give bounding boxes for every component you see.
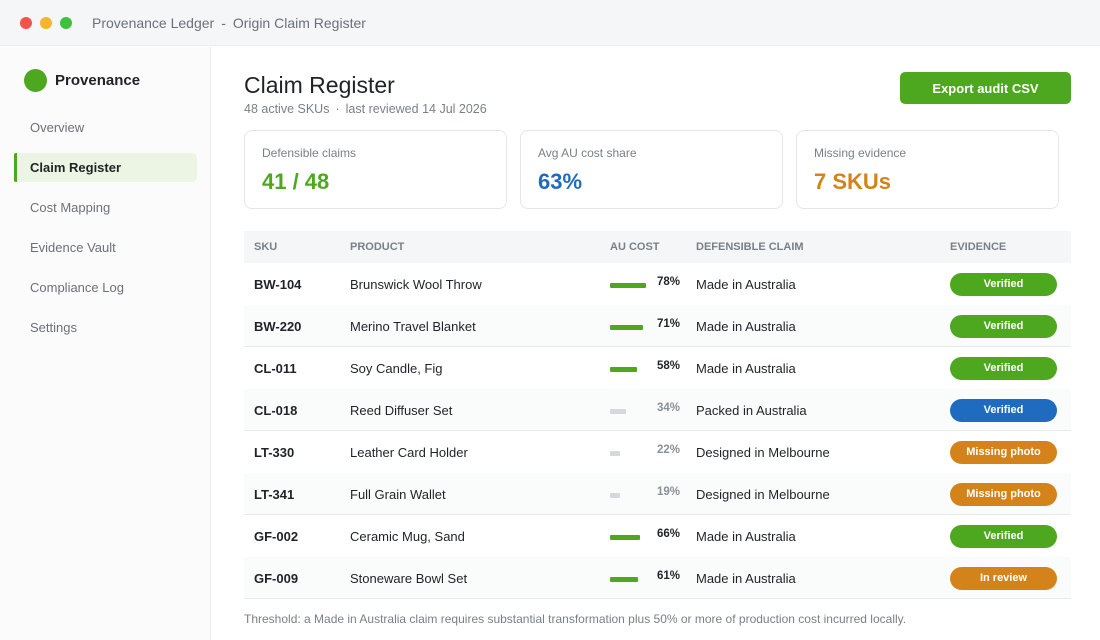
- stat-label: Missing evidence: [814, 146, 907, 160]
- table-row[interactable]: CL-011 Soy Candle, Fig 58% Made in Australi…: [244, 347, 1071, 389]
- sku-cell: BW-104: [254, 277, 302, 292]
- product-cell: Leather Card Holder: [350, 445, 468, 460]
- column-header-defensible-claim[interactable]: DEFENSIBLE CLAIM: [696, 241, 804, 253]
- au-cost-bar: [610, 535, 640, 540]
- product-cell: Ceramic Mug, Sand: [350, 529, 465, 544]
- au-cost-bar: [610, 451, 620, 456]
- au-cost-bar: [610, 325, 643, 330]
- brand-logo-icon: [24, 68, 47, 92]
- product-cell: Soy Candle, Fig: [350, 361, 443, 376]
- threshold-footnote: Threshold: a Made in Australia claim req…: [244, 612, 907, 626]
- au-cost-bar: [610, 577, 638, 582]
- au-cost-percent: 61%: [656, 570, 680, 582]
- evidence-badge[interactable]: Missing photo: [950, 441, 1057, 464]
- table-row[interactable]: BW-220 Merino Travel Blanket 71% Made in Au…: [244, 305, 1071, 347]
- au-cost-percent: 66%: [656, 528, 680, 540]
- au-cost-bar: [610, 493, 620, 498]
- stat-card-missing-evidence: Missing evidence 7 SKUs: [796, 130, 1059, 209]
- sidebar-item-settings[interactable]: Settings: [14, 313, 197, 342]
- product-cell: Brunswick Wool Throw: [350, 277, 482, 292]
- claim-cell: Made in Australia: [696, 571, 796, 586]
- close-window-button[interactable]: [20, 17, 32, 29]
- au-cost-percent: 34%: [656, 402, 680, 414]
- stat-card-avg-au-cost-share: Avg AU cost share 63%: [520, 130, 783, 209]
- evidence-badge[interactable]: Missing photo: [950, 483, 1057, 506]
- au-cost-bar: [610, 283, 646, 288]
- claim-cell: Made in Australia: [696, 361, 796, 376]
- table-row[interactable]: GF-009 Stoneware Bowl Set 61% Made in Austr…: [244, 557, 1071, 599]
- stat-value: 7 SKUs: [814, 169, 892, 194]
- stat-label: Avg AU cost share: [538, 146, 637, 160]
- claim-register-table: SKU PRODUCT AU COST DEFENSIBLE CLAIM EVI…: [244, 231, 1071, 599]
- minimize-window-button[interactable]: [40, 17, 52, 29]
- claim-cell: Designed in Melbourne: [696, 487, 830, 502]
- sku-cell: CL-011: [254, 361, 297, 376]
- au-cost-bar: [610, 409, 626, 414]
- evidence-badge[interactable]: Verified: [950, 399, 1057, 422]
- product-cell: Reed Diffuser Set: [350, 403, 453, 418]
- table-row[interactable]: CL-018 Reed Diffuser Set 34% Packed in Aust…: [244, 389, 1071, 431]
- table-row[interactable]: LT-330 Leather Card Holder 22% Designed in …: [244, 431, 1071, 473]
- subtitle-bullet: ·: [335, 102, 340, 116]
- stat-value: 63%: [538, 169, 583, 194]
- stat-card-defensible-claims: Defensible claims 41 / 48: [244, 130, 507, 209]
- au-cost-percent: 22%: [656, 444, 680, 456]
- claim-cell: Made in Australia: [696, 319, 796, 334]
- app-name: Provenance Ledger: [92, 15, 215, 31]
- sku-cell: GF-009: [254, 571, 299, 586]
- claim-cell: Made in Australia: [696, 277, 796, 292]
- au-cost-percent: 19%: [656, 486, 680, 498]
- au-cost-bar: [610, 367, 637, 372]
- maximize-window-button[interactable]: [60, 17, 72, 29]
- title-separator: -: [221, 15, 226, 31]
- evidence-badge[interactable]: Verified: [950, 315, 1057, 338]
- product-cell: Stoneware Bowl Set: [350, 571, 468, 586]
- au-cost-percent: 71%: [656, 318, 680, 330]
- sku-cell: CL-018: [254, 403, 298, 418]
- stat-label: Defensible claims: [262, 146, 357, 160]
- sidebar-item-evidence-vault[interactable]: Evidence Vault: [14, 233, 197, 262]
- stat-value: 41 / 48: [262, 169, 330, 194]
- sidebar-nav: Overview Claim Register Cost Mapping Evi…: [14, 113, 197, 353]
- sku-cell: BW-220: [254, 319, 302, 334]
- sidebar-item-overview[interactable]: Overview: [14, 113, 197, 142]
- sku-cell: GF-002: [254, 529, 299, 544]
- page-subtitle: 48 active SKUs · last reviewed 14 Jul 2026: [244, 102, 487, 116]
- brand-name: Provenance: [55, 71, 141, 89]
- export-audit-csv-button[interactable]: Export audit CSV: [900, 72, 1071, 104]
- product-cell: Merino Travel Blanket: [350, 319, 476, 334]
- column-header-sku[interactable]: SKU: [254, 241, 277, 253]
- active-sku-count: 48 active SKUs: [244, 102, 330, 116]
- window-titlebar: Provenance Ledger - Origin Claim Register: [0, 0, 1100, 46]
- column-header-product[interactable]: PRODUCT: [350, 241, 404, 253]
- sidebar-item-compliance-log[interactable]: Compliance Log: [14, 273, 197, 302]
- evidence-badge[interactable]: In review: [950, 567, 1057, 590]
- claim-cell: Packed in Australia: [696, 403, 807, 418]
- au-cost-percent: 78%: [656, 276, 680, 288]
- column-header-evidence[interactable]: EVIDENCE: [950, 241, 1006, 253]
- au-cost-percent: 58%: [656, 360, 680, 372]
- sidebar-item-cost-mapping[interactable]: Cost Mapping: [14, 193, 197, 222]
- sidebar: Provenance Overview Claim Register Cost …: [0, 47, 211, 640]
- column-header-au-cost[interactable]: AU COST: [610, 241, 660, 253]
- sku-cell: LT-341: [254, 487, 295, 502]
- evidence-badge[interactable]: Verified: [950, 357, 1057, 380]
- table-row[interactable]: LT-341 Full Grain Wallet 19% Designed in Me…: [244, 473, 1071, 515]
- page-name: Origin Claim Register: [232, 15, 366, 31]
- table-row[interactable]: GF-002 Ceramic Mug, Sand 66% Made in Austra…: [244, 515, 1071, 557]
- claim-cell: Designed in Melbourne: [696, 445, 830, 460]
- table-body: BW-104 Brunswick Wool Throw 78% Made in Aus…: [244, 263, 1071, 599]
- claim-cell: Made in Australia: [696, 529, 796, 544]
- table-row[interactable]: BW-104 Brunswick Wool Throw 78% Made in Aus…: [244, 263, 1071, 305]
- sku-cell: LT-330: [254, 445, 295, 460]
- evidence-badge[interactable]: Verified: [950, 273, 1057, 296]
- evidence-badge[interactable]: Verified: [950, 525, 1057, 548]
- product-cell: Full Grain Wallet: [350, 487, 446, 502]
- page-title: Claim Register: [244, 72, 395, 98]
- sidebar-item-claim-register[interactable]: Claim Register: [14, 153, 197, 182]
- last-reviewed-date: last reviewed 14 Jul 2026: [345, 102, 487, 116]
- window-title: Provenance Ledger - Origin Claim Register: [92, 15, 366, 31]
- brand[interactable]: Provenance: [24, 68, 141, 92]
- table-header: SKU PRODUCT AU COST DEFENSIBLE CLAIM EVI…: [244, 231, 1071, 263]
